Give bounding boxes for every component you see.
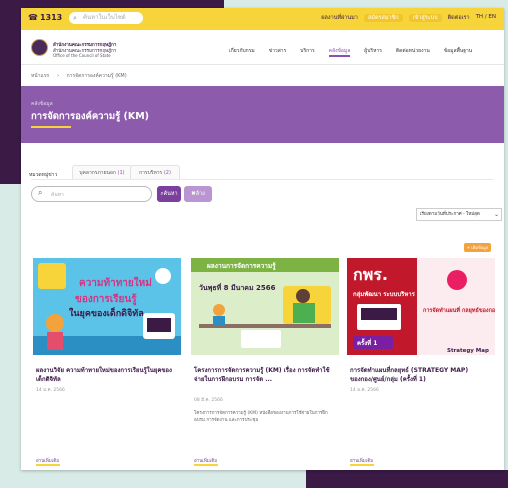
tab-count: (1) — [117, 170, 125, 176]
tab-management[interactable]: การบริหาร (2) — [130, 165, 180, 180]
nav-executives[interactable]: ผู้บริหาร — [364, 47, 382, 55]
tab-external-staff[interactable]: บุคลากรภายนอก (1) — [72, 165, 132, 180]
news-card[interactable]: ผลงานการจัดการความรู้ วันพุธที่ 8 มีนาคม… — [191, 258, 339, 470]
nav-basic-info[interactable]: ข้อมูลพื้นฐาน — [444, 47, 472, 55]
km-project-illustration: ผลงานการจัดการความรู้ วันพุธที่ 8 มีนาคม… — [191, 258, 339, 355]
card-thumbnail[interactable]: กพร. กลุ่มพัฒนา ระบบบริหาร ครั้งที่ 1 กา… — [347, 258, 495, 355]
breadcrumb: หน้าแรก › การจัดการองค์ความรู้ (KM) — [31, 72, 133, 80]
site-search-input[interactable]: ⌕ ค้นหาในเว็บไซต์ — [69, 12, 143, 24]
tab-count: (2) — [163, 170, 171, 176]
category-label: หมวดหมู่ข่าว — [29, 172, 58, 178]
read-more-link[interactable]: อ่านเพิ่มเติม — [194, 457, 217, 464]
thumb-date: วันพุธที่ 8 มีนาคม 2566 — [199, 282, 276, 292]
breadcrumb-current: การจัดการองค์ความรู้ (KM) — [66, 73, 127, 79]
nav-library[interactable]: คลังข้อมูล — [328, 47, 350, 57]
clear-button[interactable]: ✖ล้าง — [184, 186, 212, 202]
search-button[interactable]: ⌕ค้นหา — [157, 186, 181, 202]
news-card[interactable]: ความท้าทายใหม่ ของการเรียนรู้ ในยุคของเด… — [33, 258, 181, 470]
thumb-subtitle: กลุ่มพัฒนา ระบบบริหาร — [353, 290, 416, 298]
main-nav: เกี่ยวกับกรม ข่าวสาร บริการ คลังข้อมูล ผ… — [229, 47, 486, 57]
util-link-4[interactable]: ติดต่อเรา — [448, 14, 470, 22]
card-description: โครงการการจัดการความรู้ (KM) หนังสือของง… — [194, 411, 328, 423]
browser-page: ☎ 1313 ⌕ ค้นหาในเว็บไซต์ ผลงานที่ผ่านมา ส… — [21, 8, 504, 470]
tab-divider — [31, 179, 494, 180]
hotline[interactable]: ☎ 1313 — [28, 13, 62, 22]
read-more-link[interactable]: อ่านเพิ่มเติม — [350, 457, 373, 464]
org-logo[interactable] — [31, 39, 48, 56]
title-underline — [31, 126, 71, 128]
search-icon: ⌕ — [38, 188, 43, 197]
thumb-brand: กพร. — [353, 265, 388, 284]
card-date: 08 มี.ค. 2566 — [194, 398, 223, 403]
thumb-text-2: ของการเรียนรู้ — [75, 293, 137, 306]
sort-select[interactable]: เรียงตามวันที่ประกาศ - ใหม่สุด ⌄ — [416, 208, 502, 221]
thumb-text-1: ความท้าทายใหม่ — [79, 276, 152, 289]
card-date: 14 ม.ค. 2566 — [350, 388, 379, 393]
chevron-down-icon: ⌄ — [493, 211, 499, 218]
card-title[interactable]: ผลงานวิจัย ความท้าทายใหม่ของการเรียนรู้ใ… — [36, 366, 176, 384]
breadcrumb-home[interactable]: หน้าแรก — [31, 73, 49, 79]
read-more-underline — [350, 464, 374, 466]
read-more-underline — [36, 464, 60, 466]
utility-bar: ☎ 1313 ⌕ ค้นหาในเว็บไซต์ ผลงานที่ผ่านมา ส… — [21, 8, 504, 30]
add-button[interactable]: + เพิ่มข้อมูล — [464, 243, 491, 252]
nav-contact[interactable]: ติดต่อหน่วยงาน — [396, 47, 430, 55]
thumb-header: ผลงานการจัดการความรู้ — [207, 261, 276, 271]
card-date: 14 ม.ค. 2566 — [36, 388, 65, 393]
decor-block-bottom — [306, 470, 508, 488]
banner-section: คลังข้อมูล — [31, 101, 53, 107]
news-card[interactable]: กพร. กลุ่มพัฒนา ระบบบริหาร ครั้งที่ 1 กา… — [347, 258, 495, 470]
search-input[interactable]: ⌕ ค้นหา — [31, 186, 152, 202]
site-header: สำนักงานคณะกรรมการกฤษฎีกา สำนักงานคณะกรร… — [21, 30, 504, 64]
sort-selected: เรียงตามวันที่ประกาศ - ใหม่สุด — [420, 212, 480, 217]
nav-news[interactable]: ข่าวสาร — [269, 47, 287, 55]
language-switch[interactable]: TH / EN — [476, 14, 496, 22]
search-placeholder: ค้นหา — [51, 192, 64, 198]
strategy-map-illustration: กพร. กลุ่มพัฒนา ระบบบริหาร ครั้งที่ 1 กา… — [347, 258, 495, 355]
card-title[interactable]: โครงการการจัดการความรู้ (KM) เรื่อง การจ… — [194, 366, 334, 384]
search-icon: ⌕ — [73, 14, 77, 22]
card-title[interactable]: การจัดทำแผนที่กลยุทธ์ (STRATEGY MAP) ของ… — [350, 366, 490, 384]
read-more-link[interactable]: อ่านเพิ่มเติม — [36, 457, 59, 464]
card-thumbnail[interactable]: ความท้าทายใหม่ ของการเรียนรู้ ในยุคของเด… — [33, 258, 181, 355]
tab-label: บุคลากรภายนอก — [79, 170, 116, 176]
phone-icon: ☎ — [28, 13, 38, 22]
page-title: การจัดการองค์ความรู้ (KM) — [31, 111, 150, 122]
util-link-1[interactable]: ผลงานที่ผ่านมา — [321, 14, 358, 22]
tab-label: การบริหาร — [139, 170, 163, 176]
digital-learning-illustration: ความท้าทายใหม่ ของการเรียนรู้ ในยุคของเด… — [33, 258, 181, 355]
util-link-2[interactable]: สมัครสมาชิก — [363, 14, 403, 22]
thumb-map-text: Strategy Map — [447, 348, 489, 354]
hotline-number: 1313 — [39, 13, 63, 22]
util-link-3[interactable]: เข้าสู่ระบบ — [408, 14, 442, 22]
search-button-label: ค้นหา — [163, 191, 178, 197]
nav-services[interactable]: บริการ — [300, 47, 314, 55]
breadcrumb-separator: › — [57, 73, 60, 79]
header-divider — [21, 64, 504, 65]
clear-button-label: ล้าง — [195, 191, 205, 197]
org-name-en: Office of the Council of State — [53, 53, 111, 58]
site-search-placeholder: ค้นหาในเว็บไซต์ — [83, 14, 126, 21]
utility-links: ผลงานที่ผ่านมา สมัครสมาชิก เข้าสู่ระบบ ต… — [321, 14, 496, 22]
read-more-underline — [194, 464, 218, 466]
card-thumbnail[interactable]: ผลงานการจัดการความรู้ วันพุธที่ 8 มีนาคม… — [191, 258, 339, 355]
thumb-right-text: การจัดทำแผนที่ กลยุทธ์ของกอง ศูนย์/กลุ่ม — [423, 306, 495, 315]
nav-about[interactable]: เกี่ยวกับกรม — [229, 47, 255, 55]
